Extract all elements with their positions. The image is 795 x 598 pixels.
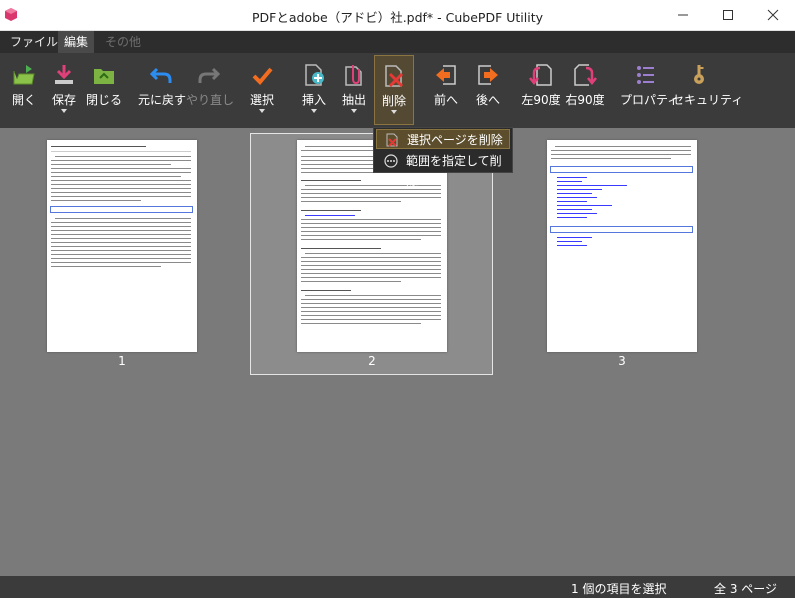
delete-page-icon — [386, 133, 398, 147]
ribbon-toolbar: 開く 保存 閉じる 元に戻す やり直し 選択 挿入 抽出 削除 前へ 後へ 左9… — [0, 53, 795, 128]
close-folder-icon — [94, 69, 114, 84]
save-download-icon — [55, 65, 73, 84]
redo-label: やり直し — [186, 93, 235, 107]
page-number-label: 3 — [618, 354, 626, 368]
select-button[interactable]: 選択 — [242, 53, 282, 125]
insert-dropdown-arrow[interactable] — [311, 109, 317, 113]
minimize-button[interactable] — [660, 0, 705, 30]
delete-selected-pages-item[interactable]: 選択ページを削除 — [376, 129, 510, 149]
delete-range-item[interactable]: 範囲を指定して削除 — [376, 151, 510, 188]
extract-button[interactable]: 抽出 — [334, 53, 374, 125]
delete-button[interactable]: 削除 — [374, 55, 414, 125]
move-previous-icon — [436, 65, 456, 85]
page-thumbnail-area[interactable]: 1 2 3 — [0, 128, 795, 576]
save-dropdown-arrow[interactable] — [61, 109, 67, 113]
open-label: 開く — [11, 93, 36, 107]
move-next-label: 後へ — [475, 93, 500, 107]
page-thumbnail[interactable] — [547, 140, 697, 352]
rotate-right-button[interactable]: 右90度 — [564, 53, 606, 125]
maximize-button[interactable] — [705, 0, 750, 30]
page-number-label: 1 — [118, 354, 126, 368]
rotate-left-button[interactable]: 左90度 — [520, 53, 562, 125]
undo-label: 元に戻す — [138, 93, 187, 107]
redo-arrow-icon — [198, 67, 221, 83]
properties-button[interactable]: プロパティ — [620, 53, 680, 125]
close-file-button[interactable]: 閉じる — [84, 53, 124, 125]
move-next-icon — [478, 65, 498, 85]
insert-page-icon — [305, 64, 324, 86]
security-button[interactable]: セキュリティ — [672, 53, 744, 125]
move-previous-label: 前へ — [433, 93, 458, 107]
rotate-left-label: 左90度 — [521, 93, 561, 107]
properties-label: プロパティ — [620, 93, 680, 107]
delete-selected-label: 選択ページを削除 — [407, 133, 503, 147]
undo-arrow-icon — [149, 67, 172, 83]
properties-list-icon — [637, 66, 654, 84]
delete-range-label: 範囲を指定して削除 — [406, 154, 502, 188]
select-dropdown-arrow[interactable] — [259, 109, 265, 113]
page-number-label: 2 — [368, 354, 376, 368]
delete-label: 削除 — [381, 94, 406, 108]
redo-button[interactable]: やり直し — [186, 53, 235, 125]
more-dots-icon — [384, 154, 398, 168]
rotate-left-icon — [529, 64, 552, 86]
rotate-right-label: 右90度 — [565, 93, 605, 107]
save-button[interactable]: 保存 — [44, 53, 84, 125]
security-label: セキュリティ — [672, 93, 744, 107]
menu-bar: ファイル 編集 その他 — [0, 31, 795, 53]
close-icon — [767, 9, 778, 21]
maximize-icon — [722, 10, 733, 20]
minimize-icon — [677, 14, 688, 16]
menu-file[interactable]: ファイル — [4, 31, 64, 53]
title-bar: PDFとadobe（アドビ）社.pdf* - CubePDF Utility — [0, 0, 795, 31]
undo-button[interactable]: 元に戻す — [138, 53, 187, 125]
delete-page-icon — [385, 65, 404, 88]
open-folder-icon — [13, 65, 35, 85]
open-button[interactable]: 開く — [4, 53, 44, 125]
delete-dropdown-menu: 選択ページを削除 範囲を指定して削除 — [373, 127, 513, 188]
close-window-button[interactable] — [750, 0, 795, 30]
move-previous-button[interactable]: 前へ — [426, 53, 466, 125]
key-icon — [694, 65, 704, 84]
menu-edit[interactable]: 編集 — [58, 31, 95, 53]
insert-label: 挿入 — [301, 93, 326, 107]
save-label: 保存 — [51, 93, 76, 107]
menu-other[interactable]: その他 — [99, 31, 147, 53]
page-thumbnail[interactable] — [47, 140, 197, 352]
insert-button[interactable]: 挿入 — [294, 53, 334, 125]
rotate-right-icon — [574, 64, 597, 86]
select-label: 選択 — [249, 93, 274, 107]
extract-label: 抽出 — [341, 93, 366, 107]
page-total: 全 3 ページ — [714, 582, 778, 596]
extract-dropdown-arrow[interactable] — [351, 109, 357, 113]
checkmark-icon — [252, 67, 273, 85]
extract-clip-icon — [345, 65, 362, 86]
close-file-label: 閉じる — [85, 93, 122, 107]
move-next-button[interactable]: 後へ — [468, 53, 508, 125]
status-bar: 1 個の項目を選択 全 3 ページ — [0, 576, 795, 598]
selection-count: 1 個の項目を選択 — [571, 582, 667, 596]
delete-dropdown-arrow[interactable] — [391, 110, 397, 114]
